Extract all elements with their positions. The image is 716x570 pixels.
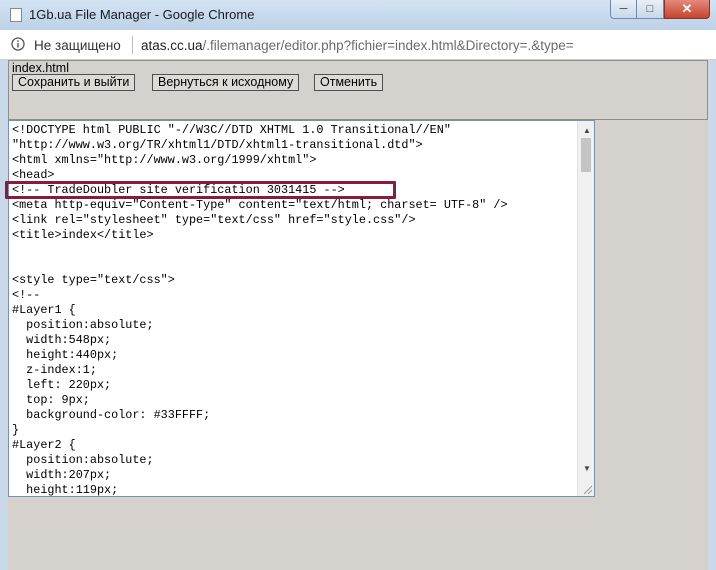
resize-grip-icon[interactable] bbox=[581, 483, 593, 495]
window-frame-left bbox=[0, 60, 8, 570]
url-host: atas.cc.ua bbox=[141, 38, 203, 53]
vertical-scrollbar[interactable]: ▲ ▼ bbox=[577, 121, 594, 496]
code-line: top: 9px; bbox=[12, 393, 90, 407]
window-titlebar[interactable]: 1Gb.ua File Manager - Google Chrome ─ □ … bbox=[0, 0, 716, 30]
scrollbar-thumb[interactable] bbox=[581, 138, 591, 172]
code-line: position:absolute; bbox=[12, 453, 154, 467]
info-icon[interactable] bbox=[11, 37, 25, 51]
editor-toolbar: index.html Сохранить и выйти Вернуться к… bbox=[8, 60, 708, 120]
code-line: "http://www.w3.org/TR/xhtml1/DTD/xhtml1-… bbox=[12, 138, 423, 152]
window-frame-right bbox=[708, 60, 716, 570]
code-line: <!DOCTYPE html PUBLIC "-//W3C//DTD XHTML… bbox=[12, 123, 451, 137]
code-line: <title>index</title> bbox=[12, 228, 154, 242]
address-separator bbox=[132, 36, 133, 54]
revert-to-original-button[interactable]: Вернуться к исходному bbox=[152, 74, 300, 91]
code-line: } bbox=[12, 423, 20, 437]
window-controls: ─ □ ✕ bbox=[610, 0, 710, 20]
save-and-exit-button[interactable]: Сохранить и выйти bbox=[12, 74, 136, 91]
code-line: <style type="text/css"> bbox=[12, 273, 175, 287]
url-text[interactable]: atas.cc.ua/.filemanager/editor.php?fichi… bbox=[141, 38, 574, 53]
code-line: <meta http-equiv="Content-Type" content=… bbox=[12, 198, 508, 212]
minimize-button[interactable]: ─ bbox=[610, 0, 637, 19]
code-line: width:548px; bbox=[12, 333, 112, 347]
code-line: background-color: #33FFFF; bbox=[12, 408, 211, 422]
security-status[interactable]: Не защищено bbox=[34, 38, 121, 53]
maximize-button[interactable]: □ bbox=[637, 0, 664, 19]
code-line: #Layer1 { bbox=[12, 303, 76, 317]
scroll-down-arrow-icon[interactable]: ▼ bbox=[583, 464, 591, 473]
url-path: /.filemanager/editor.php?fichier=index.h… bbox=[202, 38, 574, 53]
code-editor-textarea[interactable]: <!DOCTYPE html PUBLIC "-//W3C//DTD XHTML… bbox=[8, 120, 595, 497]
code-line: height:119px; bbox=[12, 483, 119, 497]
highlight-annotation-box bbox=[5, 181, 396, 199]
code-line: #Layer2 { bbox=[12, 438, 76, 452]
code-line: left: 220px; bbox=[12, 378, 112, 392]
code-line: <!-- bbox=[12, 288, 41, 302]
code-line: position:absolute; bbox=[12, 318, 154, 332]
code-line: width:207px; bbox=[12, 468, 112, 482]
scroll-up-arrow-icon[interactable]: ▲ bbox=[583, 126, 591, 135]
app-page-icon bbox=[10, 8, 22, 22]
code-content[interactable]: <!DOCTYPE html PUBLIC "-//W3C//DTD XHTML… bbox=[9, 121, 594, 497]
code-line: z-index:1; bbox=[12, 363, 97, 377]
close-button[interactable]: ✕ bbox=[664, 0, 710, 19]
code-line: <link rel="stylesheet" type="text/css" h… bbox=[12, 213, 416, 227]
code-line: height:440px; bbox=[12, 348, 119, 362]
window-title: 1Gb.ua File Manager - Google Chrome bbox=[29, 7, 255, 22]
code-line: <html xmlns="http://www.w3.org/1999/xhtm… bbox=[12, 153, 317, 167]
file-name-label: index.html bbox=[12, 61, 69, 75]
address-bar[interactable]: Не защищено atas.cc.ua/.filemanager/edit… bbox=[0, 30, 716, 60]
cancel-button[interactable]: Отменить bbox=[314, 74, 384, 91]
